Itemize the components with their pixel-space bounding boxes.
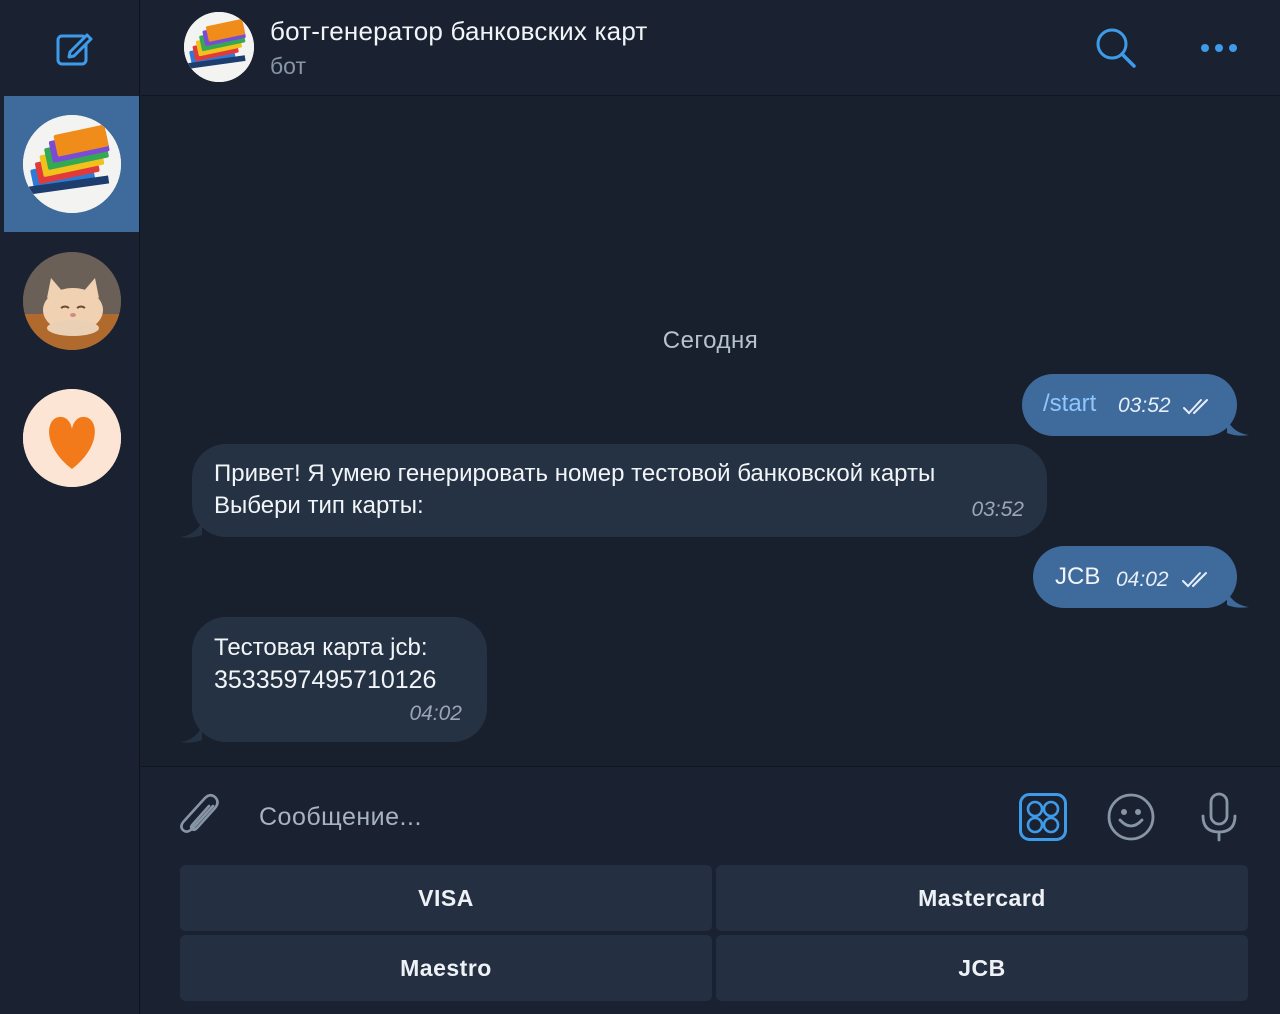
message-line: Тестовая карта jcb: [214,634,428,661]
message-time: 03:52 [971,498,1024,521]
chat-title[interactable]: бот-генератор банковских карт [270,16,648,47]
message-outgoing[interactable]: JCB 04:02 [1033,546,1237,608]
bank-cards-avatar[interactable] [184,12,254,82]
bot-keyboard-button[interactable] [1015,789,1071,845]
bot-command-link[interactable]: /start [1043,388,1096,420]
message-time: 04:02 [1116,568,1169,591]
message-line: Выбери тип карты: [214,492,424,519]
composer: VISA Mastercard Maestro JCB [141,766,1280,1014]
emoji-button[interactable] [1103,789,1159,845]
cat-avatar [23,252,121,350]
bot-keyboard-icon [1019,793,1067,841]
voice-button[interactable] [1191,789,1247,845]
chat-header: бот-генератор банковских карт бот [141,0,1280,96]
compose-icon [56,33,93,66]
bubble-tail [180,726,202,743]
attach-button[interactable] [172,789,228,845]
keyboard-button-visa[interactable]: VISA [180,865,712,931]
chat-item-bank-card-bot[interactable] [4,96,139,232]
chat-item-cat[interactable] [4,233,139,369]
compose-button[interactable] [52,26,96,70]
chat-subtitle: бот [270,53,306,79]
card-number: 3533597495710126 [214,666,437,694]
message-line: Привет! Я умею генерировать номер тестов… [214,460,936,487]
keyboard-button-mastercard[interactable]: Mastercard [716,865,1248,931]
message-input[interactable] [259,800,959,834]
chat-sidebar [0,0,140,1014]
chat-item-heart[interactable] [4,370,139,506]
double-check-icon [1182,572,1207,588]
message-incoming[interactable]: Привет! Я умею генерировать номер тестов… [192,444,1047,537]
keyboard-button-maestro[interactable]: Maestro [180,935,712,1001]
message-time: 03:52 [1118,394,1171,417]
paperclip-icon [180,793,219,833]
heart-avatar [23,389,121,487]
message-outgoing[interactable]: /start 03:52 [1022,374,1237,436]
bubble-tail [180,521,202,538]
date-separator: Сегодня [662,327,759,354]
microphone-icon [1201,792,1237,842]
search-button[interactable] [1092,24,1140,72]
double-check-icon [1183,399,1208,415]
search-icon [1096,28,1136,68]
bank-cards-avatar [23,115,121,213]
message-list[interactable]: Сегодня /start 03:52 Привет! Я умею гене… [141,97,1280,765]
bubble-tail [1227,419,1249,436]
bubble-tail [1227,591,1249,608]
message-text: JCB [1055,563,1101,590]
more-button[interactable] [1195,24,1243,72]
message-incoming[interactable]: Тестовая карта jcb: 3533597495710126 04:… [192,617,487,742]
message-time: 04:02 [409,702,462,725]
keyboard-button-jcb[interactable]: JCB [716,935,1248,1001]
more-icon [1201,44,1237,52]
emoji-icon [1107,793,1155,841]
